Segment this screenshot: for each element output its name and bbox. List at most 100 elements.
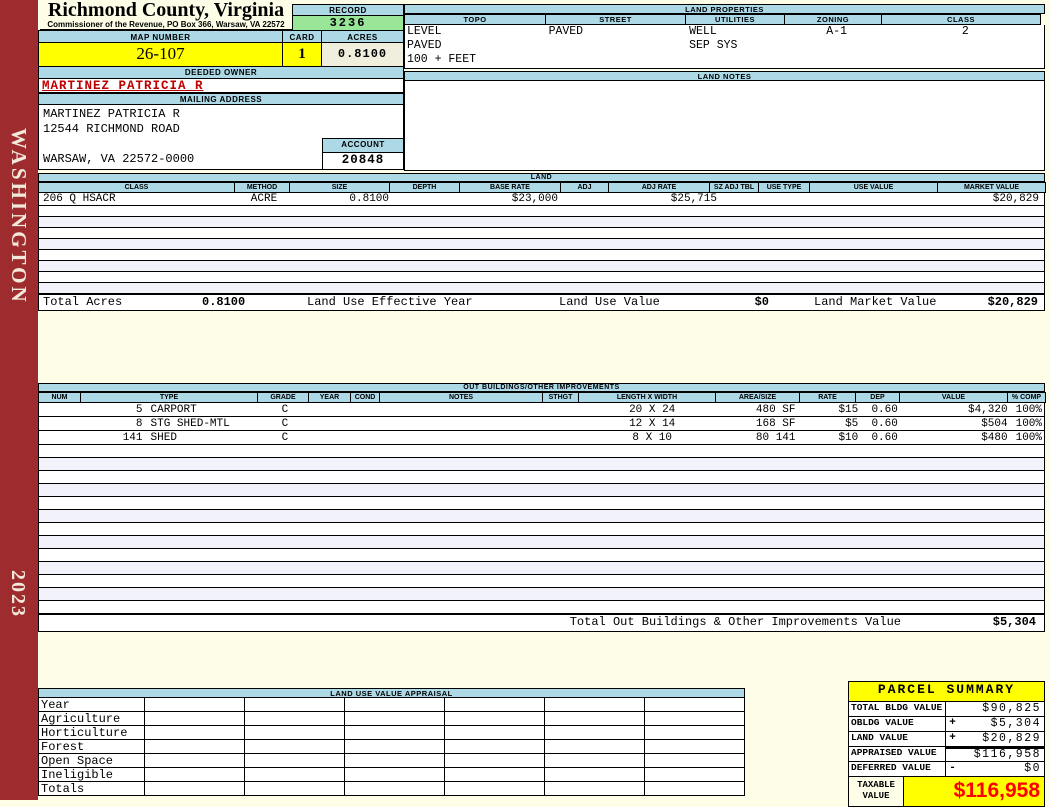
- col-topo: TOPO: [404, 14, 546, 25]
- deferred-value: $0: [1024, 762, 1041, 775]
- appraisal-row: Agriculture: [38, 711, 745, 726]
- col-street: STREET: [545, 14, 686, 25]
- cell-type: CARPORT: [150, 404, 197, 416]
- empty-out-building-row: [38, 445, 1045, 458]
- col-dep: DEP: [855, 392, 900, 403]
- cell-value: $480: [981, 432, 1008, 444]
- parcel-summary-title: PARCEL SUMMARY: [849, 682, 1044, 702]
- cell-rate: $15: [838, 404, 859, 416]
- col-depth: DEPTH: [389, 182, 460, 193]
- col-length-width: LENGTH X WIDTH: [578, 392, 716, 403]
- appraisal-cell: [644, 711, 745, 726]
- appraisal-cell: [644, 697, 745, 712]
- county-title: Richmond County, Virginia: [47, 0, 285, 21]
- cell-sthgt: [547, 431, 584, 444]
- empty-land-row: [38, 206, 1045, 217]
- acres-cell: ACRES 0.8100: [322, 30, 404, 67]
- parcel-summary: PARCEL SUMMARY TOTAL BLDG VALUE $90,825 …: [848, 681, 1045, 807]
- appraisal-cell: [544, 781, 645, 796]
- out-building-row: 5 CARPORT C 20 X 24 480 SF $15 0.60 $4,3…: [38, 403, 1045, 417]
- taxable-value: $116,958: [953, 779, 1040, 802]
- land-row: 206 Q HSACR ACRE 0.8100 $23,000 $25,715 …: [38, 193, 1045, 206]
- land-table-title: LAND: [38, 173, 1045, 182]
- summary-row: LAND VALUE + $20,829: [849, 732, 1044, 747]
- map-number-value: 26-107: [38, 43, 283, 67]
- empty-land-row: [38, 217, 1045, 228]
- mailing-address-box: MARTINEZ PATRICIA R 12544 RICHMOND ROAD …: [38, 105, 404, 170]
- appraisal-cell: [544, 753, 645, 768]
- out-buildings-title: OUT BUILDINGS/OTHER IMPROVEMENTS: [38, 383, 1045, 392]
- row-label-agriculture: Agriculture: [38, 711, 145, 726]
- out-buildings-headers: NUM TYPE GRADE YEAR COND NOTES STHGT LEN…: [38, 392, 1046, 403]
- appraisal-cell: [144, 725, 245, 740]
- empty-out-building-row: [38, 471, 1045, 484]
- land-market-value: $20,829: [987, 295, 1038, 309]
- col-size: SIZE: [289, 182, 390, 193]
- cell-notes: [383, 417, 546, 430]
- cell-length-width: 8 X 10: [632, 432, 672, 444]
- utility-value: SEP SYS: [689, 39, 738, 52]
- cell-method: ACRE: [250, 193, 278, 205]
- empty-land-row: [38, 239, 1045, 250]
- cell-value: $4,320: [967, 404, 1008, 416]
- col-sz-adj-tbl: SZ ADJ TBL: [709, 182, 759, 193]
- state-label: WASHINGTON: [7, 128, 31, 305]
- cell-year: [311, 431, 354, 444]
- topo-values: LEVEL PAVED 100 + FEET: [405, 25, 547, 68]
- appraisal-cell: [544, 739, 645, 754]
- row-label-totals: Totals: [38, 781, 145, 796]
- col-base-rate: BASE RATE: [459, 182, 561, 193]
- col-num: NUM: [38, 392, 81, 403]
- cell-notes: [383, 403, 546, 416]
- land-value: $20,829: [982, 732, 1041, 745]
- property-record-card: WASHINGTON 2023 Richmond County, Virgini…: [0, 0, 1050, 807]
- cell-market-value: $20,829: [992, 193, 1039, 205]
- appraisal-cell: [544, 725, 645, 740]
- cell-sthgt: [547, 417, 584, 430]
- total-acres-label: Total Acres: [43, 295, 123, 309]
- class-value: 2: [961, 25, 969, 38]
- appraisal-cell: [244, 781, 345, 796]
- card-value: 1: [283, 43, 322, 67]
- out-buildings-total-value: $5,304: [992, 615, 1036, 629]
- col-value: VALUE: [899, 392, 1008, 403]
- card-cell: CARD 1: [283, 30, 322, 67]
- row-label-forest: Forest: [38, 739, 145, 754]
- land-table: LAND CLASS METHOD SIZE DEPTH BASE RATE A…: [38, 173, 1046, 311]
- cell-type: SHED: [150, 432, 177, 444]
- row-label-year: Year: [38, 697, 145, 712]
- empty-land-row: [38, 283, 1045, 294]
- cell-size: 0.8100: [349, 193, 389, 205]
- appraisal-cell: [144, 697, 245, 712]
- address-line: 12544 RICHMOND ROAD: [43, 122, 180, 136]
- appraisal-cell: [644, 739, 745, 754]
- appraisal-row: Totals: [38, 781, 745, 796]
- empty-out-building-row: [38, 523, 1045, 536]
- col-area-size: AREA/SIZE: [715, 392, 800, 403]
- appraisal-cell: [444, 711, 545, 726]
- appraisal-cell: [244, 725, 345, 740]
- out-building-row: 8 STG SHED-MTL C 12 X 14 168 SF $5 0.60 …: [38, 417, 1045, 431]
- appraisal-cell: [444, 697, 545, 712]
- land-value-label: LAND VALUE: [849, 732, 946, 746]
- cell-dep: 0.60: [871, 404, 898, 416]
- out-buildings-total-row: Total Out Buildings & Other Improvements…: [38, 614, 1045, 632]
- operator: [946, 702, 959, 716]
- col-use-value: USE VALUE: [809, 182, 938, 193]
- land-properties-section: LAND PROPERTIES TOPO STREET UTILITIES ZO…: [404, 4, 1045, 69]
- account-value: 20848: [322, 153, 404, 170]
- col-use-type: USE TYPE: [758, 182, 810, 193]
- mailing-address-label: MAILING ADDRESS: [38, 93, 404, 105]
- land-properties-title: LAND PROPERTIES: [404, 4, 1045, 14]
- cell-area: 168 SF: [755, 418, 796, 430]
- deeded-owner-label: DEEDED OWNER: [38, 66, 404, 79]
- appraisal-cell: [344, 753, 445, 768]
- land-market-value-label: Land Market Value: [814, 295, 937, 309]
- empty-land-row: [38, 261, 1045, 272]
- appraisal-cell: [244, 711, 345, 726]
- zoning-value: A-1: [826, 25, 848, 38]
- appraisal-cell: [544, 711, 645, 726]
- cell-length-width: 20 X 24: [629, 404, 676, 416]
- deeded-owner-value: MARTINEZ PATRICIA R: [38, 79, 404, 93]
- appraisal-cell: [244, 753, 345, 768]
